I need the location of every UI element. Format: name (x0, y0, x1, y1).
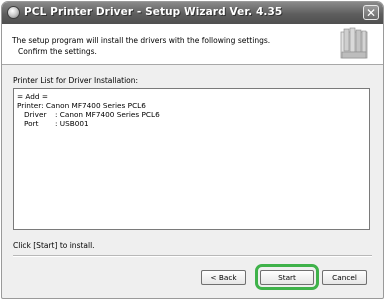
setup-wizard-window: PCL Printer Driver - Setup Wizard Ver. 4… (1, 1, 384, 299)
window-title: PCL Printer Driver - Setup Wizard Ver. 4… (24, 6, 283, 18)
header-instructions: The setup program will install the drive… (12, 35, 270, 57)
start-button-highlight (255, 264, 319, 290)
list-row-add: = Add = (17, 92, 48, 101)
header-line-2: Confirm the settings. (18, 47, 97, 56)
port-value: : USB001 (55, 119, 89, 128)
cancel-button[interactable]: Cancel (322, 270, 367, 285)
driver-key: Driver (24, 110, 47, 119)
driver-value: : Canon MF7400 Series PCL6 (55, 110, 160, 119)
back-button[interactable]: < Back (201, 270, 246, 285)
printer-cartridge-logo (340, 27, 368, 59)
list-row-port: Port : USB001 (17, 119, 89, 128)
divider (13, 255, 372, 257)
close-icon: ✕ (365, 6, 377, 20)
header-line-1: The setup program will install the drive… (12, 36, 271, 45)
printer-list-label: Printer List for Driver Installation: (13, 76, 139, 85)
wizard-header: The setup program will install the drive… (2, 24, 383, 65)
list-row-printer: Printer: Canon MF7400 Series PCL6 (17, 101, 146, 110)
list-row-driver: Driver : Canon MF7400 Series PCL6 (17, 110, 160, 119)
title-bar[interactable]: PCL Printer Driver - Setup Wizard Ver. 4… (2, 2, 383, 24)
port-key: Port (24, 119, 39, 128)
app-icon (7, 6, 20, 19)
close-button[interactable]: ✕ (363, 5, 379, 20)
printer-list-box[interactable]: = Add = Printer: Canon MF7400 Series PCL… (13, 88, 370, 230)
install-status-text: Click [Start] to install. (13, 241, 95, 250)
